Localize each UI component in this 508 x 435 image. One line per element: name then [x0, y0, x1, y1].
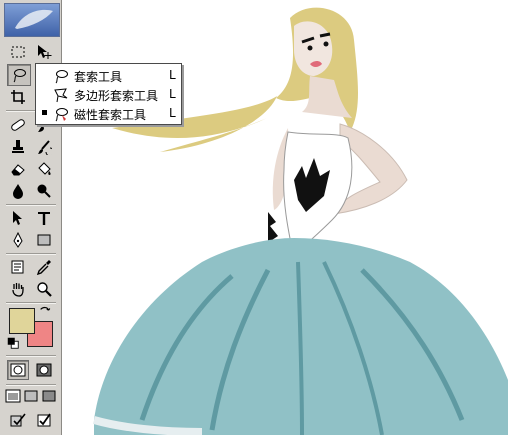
default-colors-button[interactable] [6, 336, 20, 350]
rectangle-shape-icon [37, 234, 51, 246]
clone-stamp-tool-button[interactable] [8, 137, 28, 157]
crop-icon [11, 90, 25, 104]
selected-bullet-icon [42, 110, 47, 115]
jump-to-imageready-button[interactable] [8, 410, 28, 430]
eye-left [307, 45, 313, 51]
notes-tool-button[interactable] [8, 257, 28, 277]
notes-icon [11, 260, 24, 274]
paint-bucket-tool-button[interactable] [34, 159, 54, 179]
eraser-icon [11, 164, 25, 176]
dodge-tool-button[interactable] [34, 181, 54, 201]
eyedropper-icon [36, 260, 51, 275]
pen-tool-button[interactable] [8, 230, 28, 250]
marquee-icon [11, 46, 25, 58]
shortcut-key: L [169, 87, 176, 101]
jump-to-checkmark-button[interactable] [34, 410, 54, 430]
crop-tool-button[interactable] [8, 87, 28, 107]
menu-item-label: 磁性套索工具 [74, 108, 147, 122]
type-icon [38, 212, 50, 225]
eye-right [323, 41, 329, 47]
hand-tool-button[interactable] [8, 279, 28, 299]
screen-mode-menu-button[interactable] [23, 388, 39, 404]
lasso-icon [13, 69, 26, 83]
magnetic-lasso-icon [55, 108, 68, 122]
default-colors-icon [7, 337, 19, 349]
quick-mask-icon [36, 363, 52, 377]
magnifier-icon [37, 282, 52, 297]
history-brush-icon [38, 140, 52, 155]
menu-item-lasso-tool[interactable]: 套索工具 L [36, 66, 181, 86]
marquee-tool-button[interactable] [8, 42, 28, 62]
feather-logo[interactable] [4, 3, 60, 37]
lasso-icon [55, 70, 68, 84]
checkmark-icon [37, 413, 51, 427]
history-brush-tool-button[interactable] [34, 137, 54, 157]
feather-icon [15, 9, 53, 29]
healing-brush-tool-button[interactable] [8, 115, 28, 135]
screen-mode-full-button[interactable] [41, 388, 57, 404]
screen-mode-standard-icon [5, 389, 21, 403]
pen-icon [13, 232, 23, 248]
imageready-icon [10, 413, 26, 427]
standard-mode-button[interactable] [7, 360, 29, 380]
screen-mode-standard-button[interactable] [5, 388, 21, 404]
blur-drop-icon [13, 184, 23, 199]
polygonal-lasso-icon [54, 88, 68, 103]
screen-mode-menu-icon [24, 390, 38, 402]
menu-item-label: 套索工具 [74, 70, 123, 84]
lasso-tool-button[interactable] [7, 64, 31, 86]
type-tool-button[interactable] [34, 208, 54, 228]
standard-mode-icon [10, 363, 26, 377]
stamp-icon [12, 140, 24, 153]
zoom-tool-button[interactable] [34, 279, 54, 299]
menu-item-magnetic-lasso-tool[interactable]: 磁性套索工具 L [36, 104, 181, 124]
shape-tool-button[interactable] [34, 230, 54, 250]
shortcut-key: L [169, 68, 176, 82]
hand-icon [12, 283, 24, 297]
menu-item-polygonal-lasso-tool[interactable]: 多边形套索工具 L [36, 85, 181, 105]
move-tool-button[interactable] [34, 42, 54, 62]
bandage-icon [11, 119, 25, 131]
move-icon [38, 45, 52, 59]
dodge-icon [37, 184, 51, 198]
swap-colors-button[interactable] [38, 305, 52, 319]
paint-bucket-icon [38, 162, 51, 175]
path-selection-tool-button[interactable] [8, 208, 28, 228]
foreground-color-swatch[interactable] [9, 308, 35, 334]
screen-mode-full-icon [42, 390, 56, 402]
quick-mask-mode-button[interactable] [34, 360, 54, 380]
shortcut-key: L [169, 106, 176, 120]
lasso-tools-flyout-menu: 套索工具 L 多边形套索工具 L 磁性套索工具 L [35, 63, 182, 125]
menu-item-label: 多边形套索工具 [74, 89, 159, 103]
swap-arrow-icon [40, 306, 51, 311]
eyedropper-tool-button[interactable] [34, 257, 54, 277]
eraser-tool-button[interactable] [8, 159, 28, 179]
path-selection-icon [13, 211, 22, 225]
blur-tool-button[interactable] [8, 181, 28, 201]
